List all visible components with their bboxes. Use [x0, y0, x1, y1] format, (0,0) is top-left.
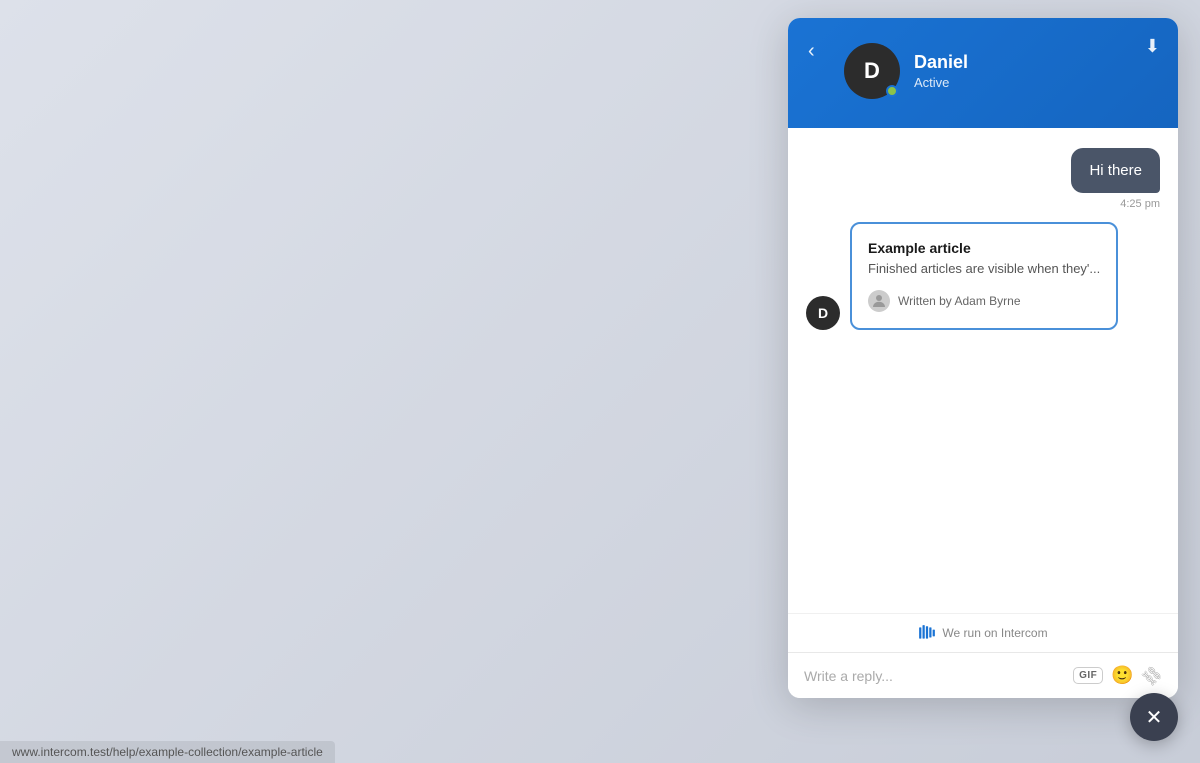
powered-by-text: We run on Intercom — [942, 626, 1047, 640]
chat-widget: ‹ D Daniel Active ⬇ Hi there 4:25 pm D E… — [788, 18, 1178, 698]
gif-button[interactable]: GIF — [1073, 667, 1103, 684]
attach-button[interactable]: ⛓ — [1138, 661, 1167, 690]
article-title: Example article — [868, 240, 1100, 256]
chat-header: ‹ D Daniel Active ⬇ — [788, 18, 1178, 128]
header-info: Daniel Active — [914, 52, 968, 90]
author-name: Written by Adam Byrne — [898, 294, 1021, 308]
status-bar: www.intercom.test/help/example-collectio… — [0, 741, 335, 763]
messages-area: Hi there 4:25 pm D Example article Finis… — [788, 128, 1178, 613]
intercom-icon — [918, 624, 936, 642]
close-button[interactable]: ✕ — [1130, 693, 1178, 741]
back-button[interactable]: ‹ — [804, 36, 819, 67]
article-author: Written by Adam Byrne — [868, 290, 1100, 312]
article-excerpt: Finished articles are visible when they'… — [868, 260, 1100, 278]
agent-status: Active — [914, 75, 968, 90]
emoji-button[interactable]: 🙂 — [1111, 665, 1133, 686]
reply-input[interactable] — [804, 668, 1063, 684]
download-button[interactable]: ⬇ — [1145, 36, 1160, 57]
message-time: 4:25 pm — [1120, 198, 1160, 210]
message-bubble: Hi there — [1071, 148, 1160, 193]
avatar-container: D — [844, 43, 900, 99]
powered-by-bar: We run on Intercom — [788, 613, 1178, 652]
online-indicator — [886, 85, 898, 97]
reply-actions: GIF 🙂 ⛓ — [1073, 665, 1162, 686]
article-card[interactable]: Example article Finished articles are vi… — [850, 222, 1118, 330]
receiver-avatar: D — [806, 296, 840, 330]
received-message: D Example article Finished articles are … — [806, 222, 1160, 330]
agent-name: Daniel — [914, 52, 968, 73]
sent-message: Hi there 4:25 pm — [806, 148, 1160, 210]
reply-area: GIF 🙂 ⛓ — [788, 652, 1178, 698]
author-avatar-icon — [868, 290, 890, 312]
